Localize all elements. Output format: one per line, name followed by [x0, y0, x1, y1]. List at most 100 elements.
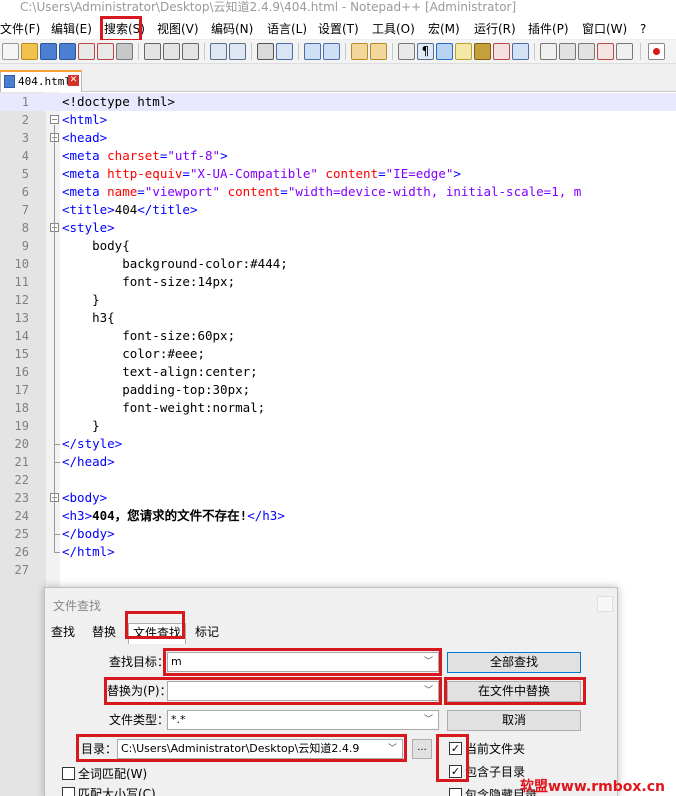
document-tab-bar: 404.html ✕ [0, 64, 676, 92]
code-line[interactable]: 14 font-size:60px; [0, 327, 676, 345]
code-line[interactable]: 12 } [0, 291, 676, 309]
code-line[interactable]: 13 h3{ [0, 309, 676, 327]
save-all-icon[interactable] [59, 43, 76, 60]
code-line[interactable]: 3 <head> [0, 129, 676, 147]
dialog-close-button[interactable] [597, 596, 613, 612]
menu-tools[interactable]: 工具(O) [372, 22, 415, 36]
folder-workspace-icon[interactable] [493, 43, 510, 60]
line-number: 18 [14, 401, 29, 415]
record-icon[interactable] [648, 43, 665, 60]
tab-404-html[interactable]: 404.html ✕ [0, 70, 82, 92]
playback-macro-icon[interactable] [578, 43, 595, 60]
filters-input[interactable]: *.* ﹀ [167, 710, 439, 730]
hidden-folders-checkbox[interactable] [449, 788, 462, 796]
code-line[interactable]: 2 <html> [0, 111, 676, 129]
filters-value: *.* [171, 713, 186, 726]
new-file-icon[interactable] [2, 43, 19, 60]
find-all-button[interactable]: 全部查找 [447, 652, 581, 673]
line-number: 27 [14, 563, 29, 577]
cancel-button[interactable]: 取消 [447, 710, 581, 731]
menu-language[interactable]: 语言(L) [267, 22, 307, 36]
code-line[interactable]: 25 </body> [0, 525, 676, 543]
fold-toggle-icon[interactable]: − [50, 115, 59, 124]
print-icon[interactable] [116, 43, 133, 60]
code-line[interactable]: 16 text-align:center; [0, 363, 676, 381]
run-multiple-icon[interactable] [597, 43, 614, 60]
monitoring-icon[interactable] [512, 43, 529, 60]
browse-directory-button[interactable]: ... [412, 739, 432, 759]
code-line[interactable]: 17 padding-top:30px; [0, 381, 676, 399]
sync-vertical-icon[interactable] [351, 43, 368, 60]
close-icon[interactable] [78, 43, 95, 60]
line-number: 17 [14, 383, 29, 397]
menu-encoding[interactable]: 编码(N) [211, 22, 253, 36]
document-map-icon[interactable] [455, 43, 472, 60]
menu-edit[interactable]: 编辑(E) [51, 22, 92, 36]
code-line[interactable]: 27 [0, 561, 676, 579]
menu-macro[interactable]: 宏(M) [428, 22, 460, 36]
code-text: } [62, 418, 100, 433]
save-icon[interactable] [40, 43, 57, 60]
replace-icon[interactable] [276, 43, 293, 60]
line-number: 21 [14, 455, 29, 469]
code-line[interactable]: 21 </head> [0, 453, 676, 471]
code-line[interactable]: 23 <body> [0, 489, 676, 507]
show-all-chars-icon[interactable]: ¶ [417, 43, 434, 60]
code-text: font-weight:normal; [62, 400, 266, 415]
code-line[interactable]: 4 <meta charset="utf-8"> [0, 147, 676, 165]
code-line[interactable]: 7 <title>404</title> [0, 201, 676, 219]
code-line[interactable]: 10 background-color:#444; [0, 255, 676, 273]
cut-icon[interactable] [144, 43, 161, 60]
line-number: 22 [14, 473, 29, 487]
menu-window[interactable]: 窗口(W) [582, 22, 627, 36]
code-line[interactable]: 6 <meta name="viewport" content="width=de… [0, 183, 676, 201]
code-line[interactable]: 18 font-weight:normal; [0, 399, 676, 417]
watermark: 软盟www.rmbox.cn [520, 779, 665, 795]
in-subfolders-label: 包含子目录 [465, 765, 526, 779]
code-line[interactable]: 24 <h3>404，您请求的文件不存在!</h3> [0, 507, 676, 525]
stop-macro-icon[interactable] [559, 43, 576, 60]
code-line[interactable]: 1 <!doctype html> [0, 93, 676, 111]
redo-icon[interactable] [229, 43, 246, 60]
tab-close-icon[interactable]: ✕ [68, 75, 79, 86]
menu-settings[interactable]: 设置(T) [318, 22, 359, 36]
open-file-icon[interactable] [21, 43, 38, 60]
code-line[interactable]: 19 } [0, 417, 676, 435]
sync-horizontal-icon[interactable] [370, 43, 387, 60]
code-line[interactable]: 11 font-size:14px; [0, 273, 676, 291]
zoom-in-icon[interactable] [304, 43, 321, 60]
close-all-icon[interactable] [97, 43, 114, 60]
indent-guide-icon[interactable] [436, 43, 453, 60]
tab-replace[interactable]: 替换 [90, 623, 118, 644]
code-line[interactable]: 22 [0, 471, 676, 489]
tab-mark[interactable]: 标记 [193, 623, 221, 644]
code-line[interactable]: 8 <style> [0, 219, 676, 237]
menu-plugins[interactable]: 插件(P) [528, 22, 569, 36]
match-case-checkbox[interactable] [62, 787, 75, 796]
toolbar-separator [640, 43, 641, 60]
word-wrap-icon[interactable] [398, 43, 415, 60]
undo-icon[interactable] [210, 43, 227, 60]
code-line[interactable]: 5 <meta http-equiv="X-UA-Compatible" cont… [0, 165, 676, 183]
chevron-down-icon[interactable]: ﹀ [424, 711, 433, 729]
find-icon[interactable] [257, 43, 274, 60]
menu-help[interactable]: ? [640, 22, 646, 36]
search-menu-highlight [100, 16, 142, 42]
code-line[interactable]: 15 color:#eee; [0, 345, 676, 363]
code-line[interactable]: 9 body{ [0, 237, 676, 255]
line-number: 7 [21, 203, 29, 217]
copy-icon[interactable] [163, 43, 180, 60]
menu-view[interactable]: 视图(V) [157, 22, 199, 36]
paste-icon[interactable] [182, 43, 199, 60]
menu-run[interactable]: 运行(R) [474, 22, 516, 36]
zoom-out-icon[interactable] [323, 43, 340, 60]
line-number: 15 [14, 347, 29, 361]
code-line[interactable]: 20 </style> [0, 435, 676, 453]
match-whole-word-checkbox[interactable] [62, 767, 75, 780]
code-line[interactable]: 26 </html> [0, 543, 676, 561]
save-macro-icon[interactable] [616, 43, 633, 60]
record-macro-icon[interactable] [540, 43, 557, 60]
menu-file[interactable]: 文件(F) [0, 22, 40, 36]
function-list-icon[interactable] [474, 43, 491, 60]
tab-find[interactable]: 查找 [49, 623, 77, 644]
